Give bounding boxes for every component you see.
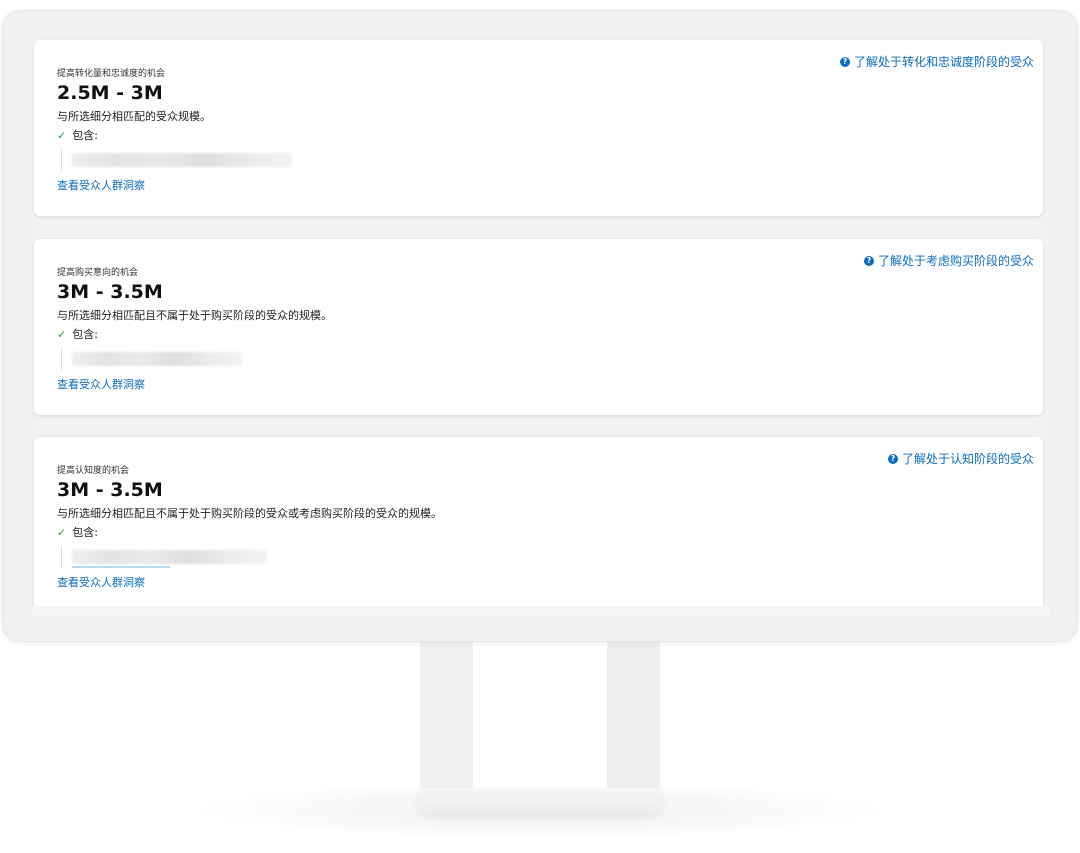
- card-subtitle: 提高认知度的机会: [57, 466, 130, 476]
- audience-size-range: 2.5M - 3M: [57, 82, 163, 104]
- monitor-screen: ? 了解处于转化和忠诚度阶段的受众 提高转化量和忠诚度的机会 2.5M - 3M…: [32, 38, 1050, 616]
- screen-bottom-edge: [32, 606, 1050, 616]
- learn-conversion-audience-link[interactable]: ? 了解处于转化和忠诚度阶段的受众: [839, 53, 1034, 70]
- redacted-underline: [72, 566, 170, 568]
- audience-size-range: 3M - 3.5M: [57, 479, 163, 501]
- includes-row: ✓ 包含:: [57, 524, 98, 540]
- card-description: 与所选细分相匹配且不属于处于购买阶段的受众或考虑购买阶段的受众的规模。: [57, 507, 442, 520]
- view-audience-insights-link[interactable]: 查看受众人群洞察: [57, 574, 145, 590]
- monitor-frame: ? 了解处于转化和忠诚度阶段的受众 提高转化量和忠诚度的机会 2.5M - 3M…: [2, 10, 1078, 642]
- help-circle-icon: ?: [863, 255, 874, 266]
- card-subtitle: 提高转化量和忠诚度的机会: [57, 69, 166, 79]
- learn-link-label: 了解处于考虑购买阶段的受众: [877, 254, 1034, 268]
- checkmark-icon: ✓: [57, 525, 67, 539]
- audience-size-range: 3M - 3.5M: [57, 281, 163, 303]
- audience-card-conversion: ? 了解处于转化和忠诚度阶段的受众 提高转化量和忠诚度的机会 2.5M - 3M…: [34, 40, 1043, 216]
- includes-label: 包含:: [72, 328, 98, 341]
- includes-row: ✓ 包含:: [57, 326, 98, 342]
- checkmark-icon: ✓: [57, 128, 67, 142]
- includes-label: 包含:: [72, 129, 98, 142]
- includes-label: 包含:: [72, 526, 98, 539]
- learn-link-label: 了解处于转化和忠诚度阶段的受众: [853, 55, 1034, 69]
- learn-awareness-audience-link[interactable]: ? 了解处于认知阶段的受众: [887, 450, 1034, 467]
- checkmark-icon: ✓: [57, 327, 67, 341]
- redacted-segment-list: [61, 546, 267, 568]
- learn-consideration-audience-link[interactable]: ? 了解处于考虑购买阶段的受众: [863, 252, 1034, 269]
- help-circle-icon: ?: [887, 453, 898, 464]
- redacted-segment-list: [61, 348, 242, 370]
- redacted-block: [72, 550, 267, 564]
- audience-card-consideration: ? 了解处于考虑购买阶段的受众 提高购买意向的机会 3M - 3.5M 与所选细…: [34, 239, 1043, 415]
- view-audience-insights-link[interactable]: 查看受众人群洞察: [57, 177, 145, 193]
- includes-row: ✓ 包含:: [57, 127, 98, 143]
- stage: ? 了解处于转化和忠诚度阶段的受众 提高转化量和忠诚度的机会 2.5M - 3M…: [0, 0, 1080, 853]
- redacted-block: [72, 352, 242, 366]
- card-description: 与所选细分相匹配且不属于处于购买阶段的受众的规模。: [57, 309, 332, 322]
- help-circle-icon: ?: [839, 56, 850, 67]
- monitor-stand-base: [418, 788, 662, 814]
- monitor-stand-neck: [420, 630, 660, 800]
- card-description: 与所选细分相匹配的受众规模。: [57, 110, 211, 123]
- view-audience-insights-link[interactable]: 查看受众人群洞察: [57, 376, 145, 392]
- card-subtitle: 提高购买意向的机会: [57, 268, 139, 278]
- audience-card-awareness: ? 了解处于认知阶段的受众 提高认知度的机会 3M - 3.5M 与所选细分相匹…: [34, 437, 1043, 616]
- learn-link-label: 了解处于认知阶段的受众: [901, 452, 1034, 466]
- redacted-block: [72, 153, 292, 167]
- redacted-segment-list: [61, 149, 292, 171]
